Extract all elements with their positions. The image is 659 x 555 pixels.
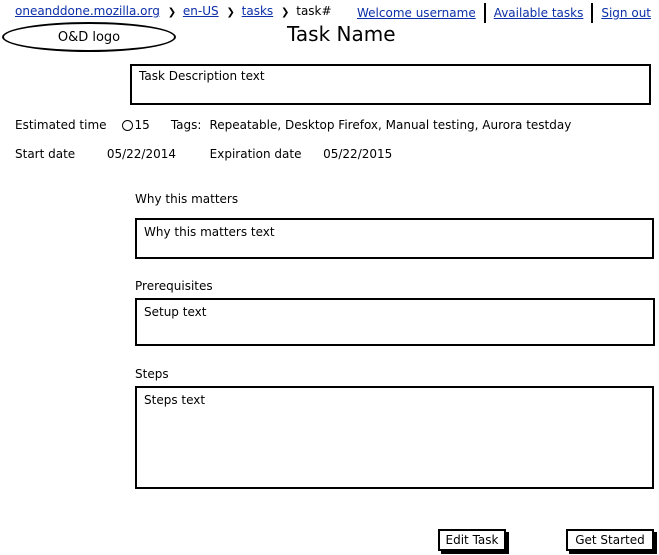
start-date-value: 05/22/2014 [106,147,177,161]
breadcrumb: oneanddone.mozilla.org ❯ en-US ❯ tasks ❯… [15,4,332,18]
sign-out-link[interactable]: Sign out [601,6,651,20]
task-description-text: Task Description text [139,69,265,83]
get-started-button[interactable]: Get Started [566,529,654,551]
steps-label: Steps [135,367,169,381]
task-meta-row-time-tags: Estimated time 15 Tags: Repeatable, Desk… [15,118,571,132]
task-meta-row-dates: Start date 05/22/2014 Expiration date 05… [15,147,392,161]
clock-icon [121,119,133,131]
prerequisites-text: Setup text [144,305,207,319]
start-date-label: Start date [15,147,76,161]
steps-text: Steps text [144,393,206,407]
task-description-box: Task Description text [130,64,651,105]
estimated-time-label: Estimated time [15,118,107,132]
breadcrumb-locale-link[interactable]: en-US [183,4,219,18]
expiration-date-value: 05/22/2015 [323,147,393,161]
prerequisites-box: Setup text [135,298,655,346]
why-this-matters-text: Why this matters text [144,225,275,239]
site-logo[interactable]: O&D logo [2,22,176,52]
breadcrumb-current: task# [296,4,332,18]
chevron-right-icon: ❯ [167,7,177,18]
prerequisites-label: Prerequisites [135,279,213,293]
user-nav: Welcome username Available tasks Sign ou… [357,3,651,23]
nav-divider [591,3,594,23]
tags-label: Tags: [170,118,202,132]
expiration-date-label: Expiration date [209,147,302,161]
chevron-right-icon: ❯ [226,7,235,18]
why-this-matters-label: Why this matters [135,192,239,206]
edit-task-button[interactable]: Edit Task [438,529,506,551]
estimated-time-value: 15 [134,118,150,132]
chevron-right-icon: ❯ [281,7,290,18]
why-this-matters-box: Why this matters text [135,218,654,259]
available-tasks-link[interactable]: Available tasks [494,6,584,20]
tags-value: Repeatable, Desktop Firefox, Manual test… [209,118,572,132]
breadcrumb-tasks-link[interactable]: tasks [242,4,274,18]
page-title: Task Name [287,22,396,46]
logo-text: O&D logo [57,29,121,45]
breadcrumb-home-link[interactable]: oneanddone.mozilla.org [15,4,160,18]
welcome-username-link[interactable]: Welcome username [357,6,476,20]
nav-divider [483,3,486,23]
steps-box: Steps text [135,386,654,489]
